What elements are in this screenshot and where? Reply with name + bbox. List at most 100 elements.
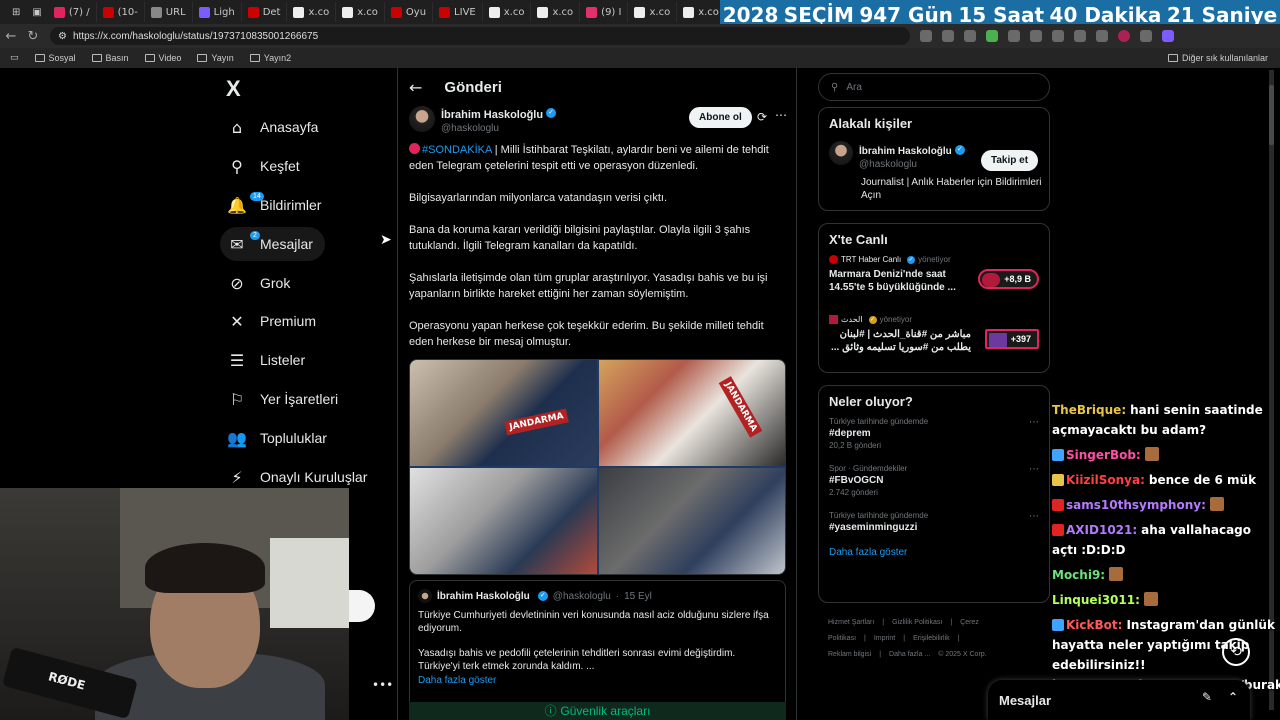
extension-icon[interactable]: [920, 30, 932, 42]
back-arrow-icon[interactable]: ←: [0, 29, 22, 44]
hashtag-link[interactable]: #SONDAKİKA: [422, 144, 492, 156]
chat-username[interactable]: AXID1021:: [1066, 523, 1137, 537]
bookmark-folder-yayin[interactable]: Yayın: [197, 53, 234, 63]
copilot-icon[interactable]: [1162, 30, 1174, 42]
browser-tab[interactable]: x.co: [336, 2, 385, 22]
grok-explain-icon[interactable]: ⟳: [757, 110, 767, 124]
more-options-icon[interactable]: ⋯: [1029, 464, 1039, 475]
chat-username[interactable]: sams10thsymphony:: [1066, 498, 1206, 512]
favorites-icon[interactable]: [1074, 30, 1086, 42]
trend-item[interactable]: Türkiye tarihinde gündemde #deprem 20,2 …: [829, 417, 1039, 450]
footer-link[interactable]: Daha fazla ...: [889, 651, 930, 658]
media-photo-4[interactable]: [598, 468, 785, 574]
x-logo[interactable]: X: [226, 76, 241, 102]
author-handle[interactable]: @haskologlu: [441, 123, 556, 134]
chat-username[interactable]: KickBot:: [1066, 618, 1122, 632]
extension-icon[interactable]: [964, 30, 976, 42]
profile-avatar-icon[interactable]: [1118, 30, 1130, 42]
browser-tab[interactable]: Ligh: [193, 2, 242, 22]
bookmark-folder-basin[interactable]: Basın: [91, 53, 129, 63]
browser-tab[interactable]: x.co: [531, 2, 581, 22]
browser-tab[interactable]: URL: [145, 2, 193, 22]
footer-link[interactable]: © 2025 X Corp.: [938, 651, 986, 658]
nav-item-anasayfa[interactable]: ⌂ Anasayfa: [220, 110, 330, 144]
more-options-icon[interactable]: ⋯: [1029, 417, 1039, 428]
browser-tab[interactable]: (10-: [97, 2, 145, 22]
nav-item-yer-i-şaretleri[interactable]: ⚐ Yer İşaretleri: [220, 382, 350, 416]
extension-icon[interactable]: [986, 30, 998, 42]
shield-icon[interactable]: [1096, 30, 1108, 42]
safety-tools-button[interactable]: ⓘ Güvenlik araçları: [409, 702, 786, 720]
new-message-icon[interactable]: ✎: [1202, 690, 1212, 704]
extension-icon[interactable]: [942, 30, 954, 42]
trend-item[interactable]: Spor · Gündemdekiler #FBvOGCN 2.742 gönd…: [829, 464, 1039, 497]
browser-tab[interactable]: (9) I: [580, 2, 629, 22]
follow-button[interactable]: Takip et: [981, 150, 1039, 171]
browser-tab[interactable]: Oyu: [385, 2, 434, 22]
browser-tab[interactable]: x.co: [628, 2, 678, 22]
expand-chevron-icon[interactable]: ⌃: [1228, 690, 1238, 704]
footer-link[interactable]: Gizlilik Politikası: [892, 619, 942, 626]
live-item[interactable]: TRT Haber Canlı ✓ yönetiyor Marmara Denizi…: [829, 255, 1039, 303]
tab-actions-icon[interactable]: ▣: [26, 2, 47, 22]
footer-link[interactable]: Erişilebilirlik: [913, 635, 950, 642]
author-name[interactable]: İbrahim Haskoloğlu: [441, 109, 543, 121]
grok-fab-icon[interactable]: ⟲: [1222, 638, 1250, 666]
show-more-link[interactable]: Daha fazla göster: [829, 547, 1039, 558]
chat-username[interactable]: Linquei3011:: [1052, 593, 1140, 607]
nav-item-keşfet[interactable]: ⚲ Keşfet: [220, 149, 312, 183]
related-handle[interactable]: @haskologlu: [859, 159, 965, 170]
quoted-post[interactable]: İbrahim Haskoloğlu ✓ @haskologlu · 15 Ey…: [409, 580, 786, 710]
author-avatar[interactable]: [409, 106, 435, 132]
back-arrow-icon[interactable]: ←: [409, 78, 422, 97]
menu-dots-icon[interactable]: [1140, 30, 1152, 42]
nav-item-bildirimler[interactable]: 🔔 14 Bildirimler: [220, 188, 333, 222]
chat-username[interactable]: KiizilSonya:: [1066, 473, 1145, 487]
browser-tab[interactable]: (7) /: [48, 2, 97, 22]
messages-drawer[interactable]: Mesajlar ✎ ⌃: [988, 680, 1250, 720]
chat-username[interactable]: SingerBob:: [1066, 448, 1141, 462]
media-photo-2[interactable]: JANDARMA: [598, 360, 785, 466]
extension-icon[interactable]: [1052, 30, 1064, 42]
media-photo-3[interactable]: [410, 468, 597, 574]
bookmark-folder-sosyal[interactable]: Sosyal: [34, 53, 76, 63]
url-field[interactable]: ⚙ https://x.com/haskologlu/status/197371…: [50, 27, 910, 45]
browser-tab[interactable]: x.co: [483, 2, 532, 22]
trend-item[interactable]: Türkiye tarihinde gündemde #yaseminmingu…: [829, 511, 1039, 533]
post-button-partial[interactable]: [349, 590, 375, 622]
nav-item-mesajlar[interactable]: ✉ 2 Mesajlar: [220, 227, 325, 261]
related-name[interactable]: İbrahim Haskoloğlu: [859, 146, 952, 157]
bookmark-folder-yayin2[interactable]: Yayın2: [249, 53, 291, 63]
extension-icon[interactable]: [1008, 30, 1020, 42]
more-options-icon[interactable]: ⋯: [775, 108, 787, 122]
subscribe-button[interactable]: Abone ol: [689, 107, 752, 128]
workspaces-icon[interactable]: ⊞: [6, 2, 26, 22]
chat-username[interactable]: Mochi9:: [1052, 568, 1105, 582]
reading-list-icon[interactable]: ▭: [10, 53, 19, 63]
search-input[interactable]: ⚲ Ara: [818, 73, 1050, 101]
other-favorites-folder[interactable]: Diğer sık kullanılanlar: [1167, 53, 1268, 63]
related-avatar[interactable]: [829, 141, 853, 165]
footer-link[interactable]: Hizmet Şartları: [828, 619, 874, 626]
browser-tab[interactable]: x.co: [287, 2, 337, 22]
footer-link[interactable]: Imprint: [874, 635, 895, 642]
site-info-icon[interactable]: ⚙: [58, 31, 67, 42]
browser-tab[interactable]: Det: [242, 2, 288, 22]
nav-item-listeler[interactable]: ☰ Listeler: [220, 343, 317, 377]
footer-link[interactable]: Reklam bilgisi: [828, 651, 871, 658]
account-more-icon[interactable]: •••: [372, 678, 393, 692]
media-photo-1[interactable]: JANDARMA: [410, 360, 597, 466]
more-options-icon[interactable]: ⋯: [1029, 511, 1039, 522]
nav-item-grok[interactable]: ⊘ Grok: [220, 266, 302, 300]
bookmark-folder-video[interactable]: Video: [144, 53, 181, 63]
extension-icon[interactable]: [1030, 30, 1042, 42]
chat-username[interactable]: TheBrique:: [1052, 403, 1126, 417]
reload-icon[interactable]: ↻: [22, 29, 44, 44]
nav-item-topluluklar[interactable]: 👥 Topluluklar: [220, 421, 339, 455]
show-more-link[interactable]: Daha fazla göster: [418, 675, 777, 686]
browser-tab[interactable]: LIVE: [433, 2, 483, 22]
post-media-grid[interactable]: JANDARMA JANDARMA: [409, 359, 786, 575]
browser-tab[interactable]: x.co: [677, 2, 726, 22]
live-item[interactable]: الحدث ✓ yönetiyor مباشر من #قناة_الحدث | #…: [829, 315, 1039, 363]
nav-item-premium[interactable]: ✕ Premium: [220, 304, 328, 338]
